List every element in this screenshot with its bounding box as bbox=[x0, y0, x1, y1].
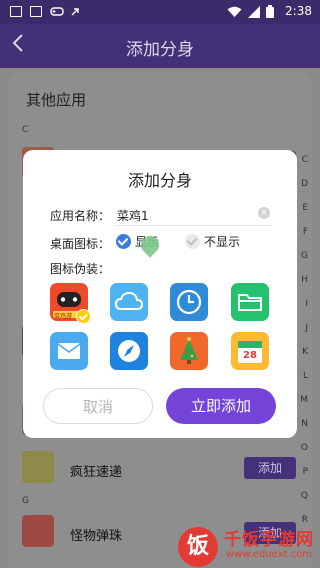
desktop-icon-label: 桌面图标： bbox=[50, 237, 111, 251]
hide-option-label: 不显示 bbox=[204, 234, 241, 249]
index-letter[interactable]: F bbox=[303, 227, 308, 237]
compass-icon[interactable] bbox=[110, 332, 148, 370]
game-app-icon[interactable]: 菜鸡游 bbox=[50, 283, 91, 324]
index-letter[interactable]: G bbox=[301, 251, 308, 261]
index-letter[interactable]: E bbox=[302, 203, 308, 213]
clear-icon[interactable]: × bbox=[258, 207, 270, 219]
christmas-tree-icon[interactable] bbox=[170, 332, 208, 370]
signal-icon bbox=[248, 5, 260, 18]
game-icon-tag: 菜鸡游 bbox=[54, 313, 73, 320]
watermark-logo: 饭 千饭手游网 www.eduext.com bbox=[178, 523, 320, 568]
index-letter[interactable]: K bbox=[302, 347, 308, 357]
radio-checked-icon bbox=[116, 233, 131, 249]
index-letter[interactable]: I bbox=[305, 299, 308, 309]
input-underline bbox=[115, 225, 271, 226]
index-letter[interactable]: M bbox=[300, 395, 308, 405]
add-button[interactable]: 添加 bbox=[244, 457, 296, 479]
watermark-badge: 饭 bbox=[178, 527, 218, 567]
index-letter[interactable]: L bbox=[303, 371, 308, 381]
group-letter: C bbox=[22, 125, 29, 135]
app-name: 怪物弹珠 bbox=[70, 529, 123, 544]
calendar-day: 28 bbox=[243, 350, 257, 361]
index-letter[interactable]: D bbox=[301, 179, 308, 189]
app-bar: 添加分身 bbox=[0, 24, 320, 68]
folder-icon[interactable] bbox=[231, 283, 269, 321]
add-clone-dialog: 添加分身 应用名称： × 桌面图标： 显示 不显示 图标伪装： 菜鸡游 28 bbox=[23, 150, 297, 438]
app-icon-crazy-delivery bbox=[22, 451, 54, 483]
selected-check-icon bbox=[76, 309, 91, 324]
page-title: 添加分身 bbox=[126, 40, 194, 60]
icon-disguise-label: 图标伪装： bbox=[50, 262, 111, 276]
radio-unchecked-icon bbox=[185, 233, 200, 249]
group-letter: G bbox=[22, 496, 29, 506]
battery-icon bbox=[266, 5, 274, 18]
dialog-title: 添加分身 bbox=[127, 171, 192, 190]
index-letter[interactable]: J bbox=[305, 323, 308, 333]
index-letter[interactable]: C bbox=[302, 155, 308, 165]
game-controller-icon bbox=[50, 7, 64, 16]
notification-square-icon bbox=[30, 6, 42, 17]
watermark-url: www.eduext.com bbox=[226, 549, 312, 560]
app-name-input[interactable] bbox=[115, 206, 271, 224]
watermark-text: 千饭手游网 bbox=[224, 530, 314, 550]
mail-icon[interactable] bbox=[50, 332, 88, 370]
section-title: 其他应用 bbox=[26, 91, 87, 109]
add-now-button[interactable]: 立即添加 bbox=[166, 388, 276, 424]
notification-square-icon bbox=[10, 6, 22, 17]
index-letter[interactable]: N bbox=[301, 419, 308, 429]
app-name-label: 应用名称： bbox=[50, 209, 111, 223]
index-letter[interactable]: Q bbox=[301, 491, 308, 501]
clock-icon[interactable] bbox=[170, 283, 208, 321]
wifi-icon bbox=[227, 6, 242, 17]
calendar-icon[interactable]: 28 bbox=[231, 332, 269, 370]
cancel-button[interactable]: 取消 bbox=[43, 388, 153, 424]
index-letter[interactable]: O bbox=[301, 443, 308, 453]
index-letter[interactable]: P bbox=[303, 467, 308, 477]
cloud-icon[interactable] bbox=[110, 283, 148, 321]
status-bar: 2:38 bbox=[0, 0, 320, 24]
hide-option[interactable]: 不显示 bbox=[185, 233, 240, 249]
app-name: 疯狂速递 bbox=[70, 465, 123, 480]
clock-time: 2:38 bbox=[285, 4, 312, 18]
link-icon bbox=[71, 8, 79, 16]
app-icon-monster-strike bbox=[22, 515, 54, 547]
index-letter[interactable]: H bbox=[301, 275, 308, 285]
